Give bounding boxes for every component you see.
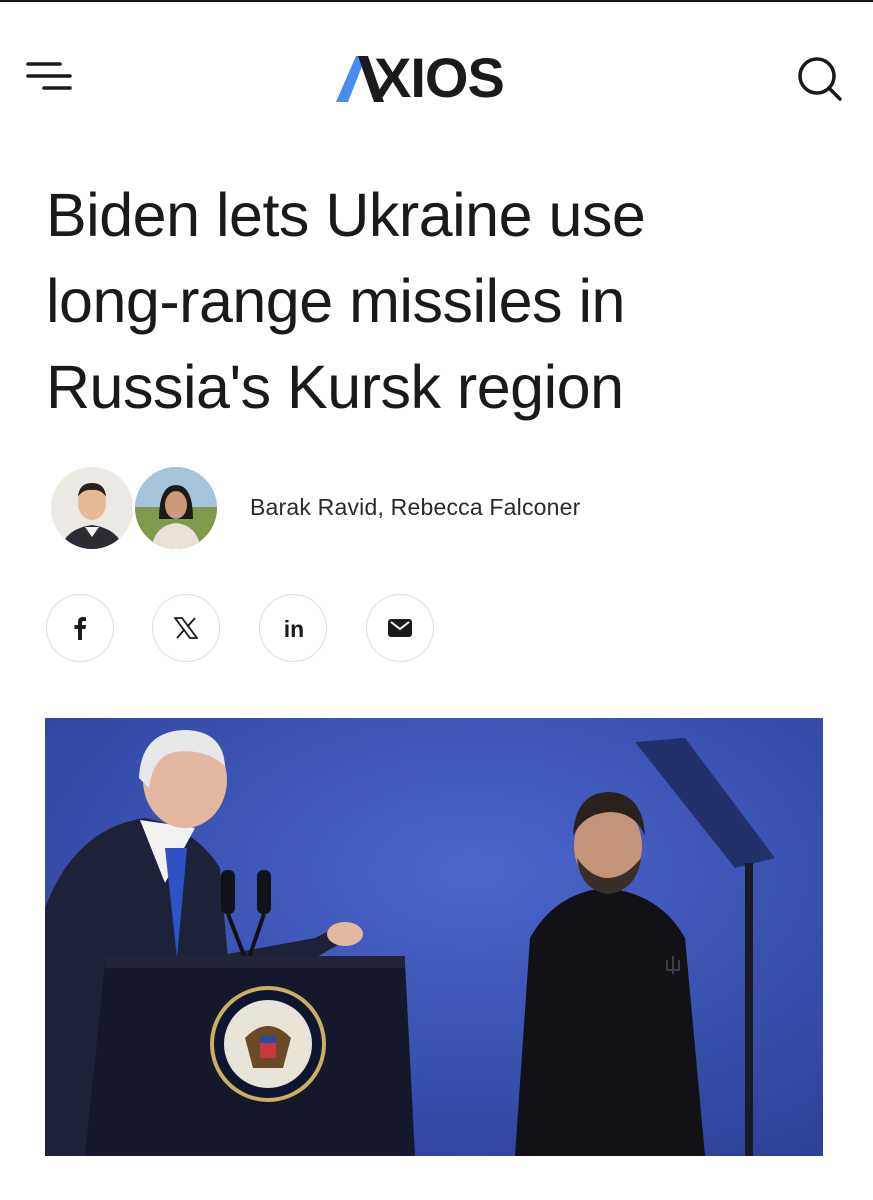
press-conference-photo xyxy=(45,718,823,1156)
author-avatar-rebecca-falconer[interactable] xyxy=(132,464,220,552)
headline-line-3: Russia's Kursk region xyxy=(46,353,624,421)
avatar-portrait-2 xyxy=(135,467,217,549)
article-photo[interactable] xyxy=(45,718,823,1156)
search-icon xyxy=(798,57,842,101)
headline-line-2: long-range missiles in xyxy=(46,267,625,335)
byline: Barak Ravid, Rebecca Falconer xyxy=(48,462,828,558)
share-email-button[interactable] xyxy=(366,594,434,662)
site-header: XIOS xyxy=(0,40,873,120)
menu-button[interactable] xyxy=(22,54,74,98)
x-icon xyxy=(174,617,198,639)
linkedin-icon: in xyxy=(283,616,305,642)
top-border xyxy=(0,0,873,2)
share-facebook-button[interactable] xyxy=(46,594,114,662)
axios-logo[interactable]: XIOS xyxy=(336,44,536,112)
email-icon xyxy=(388,619,412,637)
article-page: XIOS Biden lets Ukraine use long-range m… xyxy=(0,0,873,1200)
facebook-icon xyxy=(74,617,86,640)
hamburger-menu-icon xyxy=(26,62,72,90)
headline-line-1: Biden lets Ukraine use xyxy=(46,181,646,249)
logo-text: XIOS xyxy=(374,46,505,109)
avatar-portrait-1 xyxy=(51,467,133,549)
search-button[interactable] xyxy=(788,52,850,104)
share-x-button[interactable] xyxy=(152,594,220,662)
author-avatar-barak-ravid[interactable] xyxy=(48,464,136,552)
share-buttons: in xyxy=(44,594,444,666)
article-headline: Biden lets Ukraine use long-range missil… xyxy=(46,172,826,430)
share-linkedin-button[interactable]: in xyxy=(259,594,327,662)
author-names[interactable]: Barak Ravid, Rebecca Falconer xyxy=(250,494,581,521)
